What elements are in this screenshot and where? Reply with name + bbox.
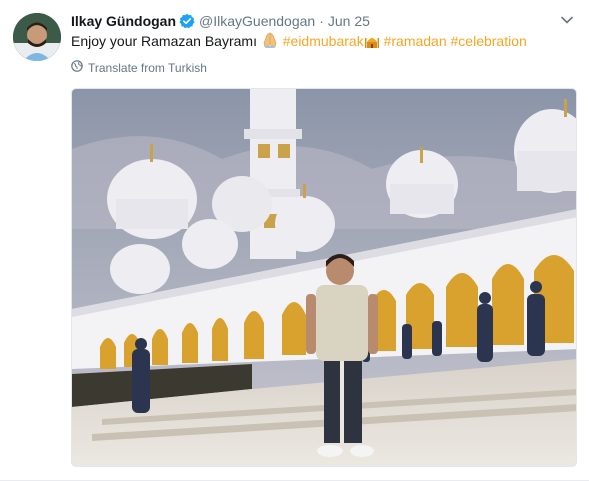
globe-icon <box>71 60 88 75</box>
tweet-card[interactable]: Ilkay Gündogan @IlkayGuendogan · Jun 25 … <box>0 0 589 481</box>
tweet-header: Ilkay Gündogan @IlkayGuendogan · Jun 25 <box>71 11 370 31</box>
translate-link[interactable]: Translate from Turkish <box>71 60 207 75</box>
tweet-date[interactable]: Jun 25 <box>328 13 370 29</box>
tweet-text: Enjoy your Ramazan Bayramı #eidmubarak #… <box>71 31 527 54</box>
author-name[interactable]: Ilkay Gündogan <box>71 13 176 29</box>
verified-badge-icon <box>179 13 195 29</box>
hashtag-celebration[interactable]: #celebration <box>451 33 527 49</box>
chevron-down-icon[interactable] <box>559 12 575 28</box>
translate-label: Translate from Turkish <box>88 60 207 75</box>
avatar[interactable] <box>13 13 61 61</box>
tweet-photo[interactable] <box>71 88 577 467</box>
mosque-emoji <box>364 33 380 54</box>
hashtag-eidmubarak[interactable]: #eidmubarak <box>283 33 364 49</box>
separator-dot: · <box>319 13 324 29</box>
hashtag-ramadan[interactable]: #ramadan <box>384 33 447 49</box>
author-handle[interactable]: @IlkayGuendogan <box>199 13 315 29</box>
folded-hands-emoji <box>261 31 279 54</box>
tweet-text-plain: Enjoy your Ramazan Bayramı <box>71 33 257 49</box>
